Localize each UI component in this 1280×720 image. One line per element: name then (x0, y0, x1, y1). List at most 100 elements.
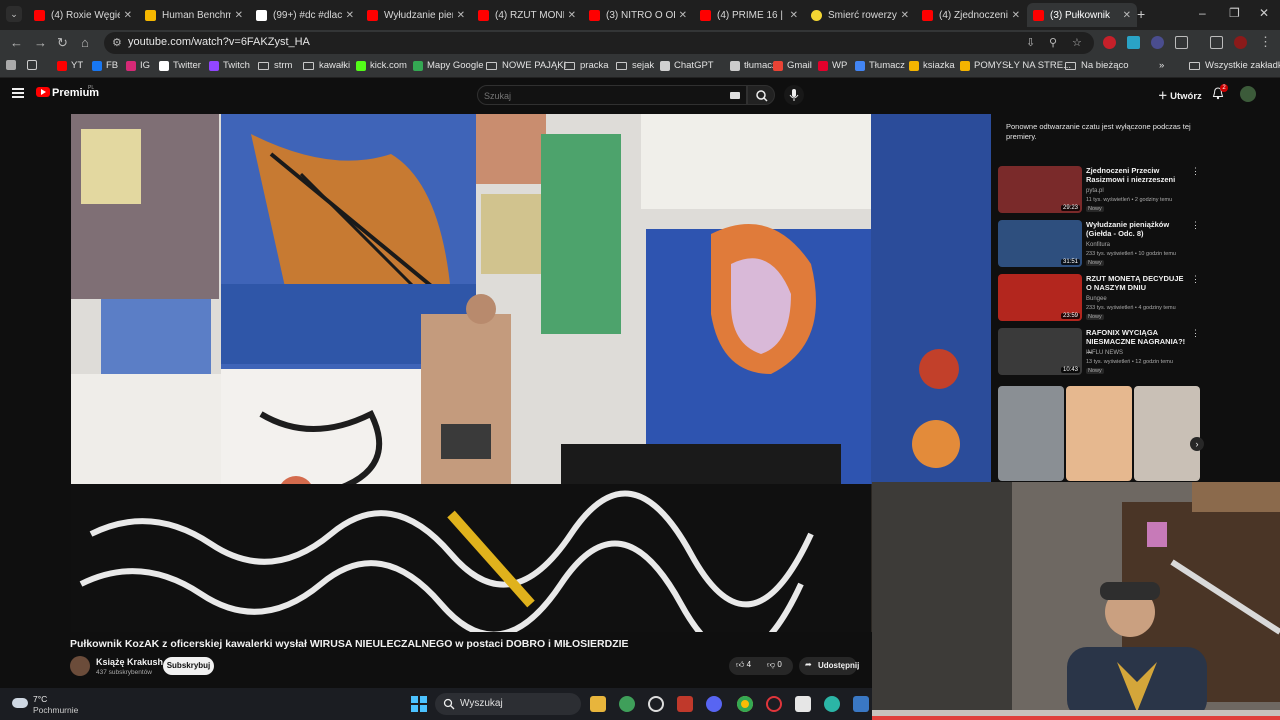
search-box[interactable] (477, 85, 747, 105)
close-window-button[interactable]: ✕ (1259, 6, 1269, 20)
browser-tab[interactable]: (99+) #dc #dlaciebie ✕ (250, 3, 360, 27)
close-tab-icon[interactable]: ✕ (1012, 10, 1020, 21)
close-tab-icon[interactable]: ✕ (124, 10, 132, 21)
browser-tab[interactable]: Human Benchmark ✕ (139, 3, 249, 27)
close-tab-icon[interactable]: ✕ (790, 10, 798, 21)
bookmark-star-icon[interactable]: ☆ (1072, 36, 1082, 49)
close-tab-icon[interactable]: ✕ (457, 10, 465, 21)
more-options-icon[interactable]: ⋮ (1191, 274, 1200, 285)
bookmark-item[interactable]: FB (92, 60, 118, 71)
video-thumbnail[interactable]: 10:43 (998, 328, 1082, 375)
url-text[interactable]: youtube.com/watch?v=6FAKZyst_HA (128, 36, 310, 48)
extension-icon[interactable] (1127, 36, 1140, 49)
bookmark-item[interactable]: Tłumacz (855, 60, 905, 71)
home-button[interactable]: ⌂ (81, 35, 89, 50)
bookmark-item[interactable]: tłumacz (730, 60, 777, 71)
record-extension-icon[interactable] (1103, 36, 1116, 49)
shield-app-icon[interactable] (619, 696, 635, 712)
like-button[interactable]: 👍︎ 4 (736, 660, 751, 670)
browser-tab[interactable]: Wyłudzanie pieniędzy ✕ (361, 3, 471, 27)
bookmark-item[interactable]: pracka (564, 60, 609, 71)
bookmark-item[interactable]: IG (126, 60, 150, 71)
install-app-icon[interactable]: ⇩ (1026, 36, 1035, 49)
maximize-button[interactable]: ❐ (1229, 6, 1240, 20)
bookmark-item[interactable]: Gmail (773, 60, 812, 71)
channel-avatar[interactable] (70, 656, 90, 676)
recommended-channel[interactable]: Konfitura (1086, 242, 1110, 248)
obs-app-icon[interactable] (795, 696, 811, 712)
browser-tab[interactable]: (4) RZUT MONETĄ ✕ (472, 3, 582, 27)
file-explorer-icon[interactable] (590, 696, 606, 712)
tab-search-button[interactable]: ⌄ (6, 6, 22, 22)
close-tab-icon[interactable]: ✕ (235, 10, 243, 21)
profile-avatar[interactable] (1234, 36, 1247, 49)
weather-condition[interactable]: Pochmurnie (33, 705, 78, 715)
bookmark-item[interactable]: Mapy Google (413, 60, 484, 71)
forward-button[interactable]: → (34, 35, 47, 50)
recommended-video-title[interactable]: RZUT MONETĄ DECYDUJE O NASZYM DNIU (1086, 274, 1188, 292)
windows-start-icon[interactable] (411, 696, 427, 712)
all-bookmarks-folder[interactable]: Wszystkie zakładki (1189, 60, 1280, 71)
minimize-button[interactable]: – (1199, 6, 1206, 20)
calculator-icon[interactable] (853, 696, 869, 712)
close-tab-icon[interactable]: ✕ (901, 10, 909, 21)
search-button[interactable] (747, 85, 775, 105)
shorts-next-arrow-icon[interactable]: › (1190, 437, 1204, 451)
recommended-video[interactable]: 23:59 RZUT MONETĄ DECYDUJE O NASZYM DNIU B… (998, 274, 1200, 324)
recommended-video[interactable]: 31:51 Wyłudzanie pieniążków (Giełda - Odc… (998, 220, 1200, 270)
back-button[interactable]: ← (10, 35, 23, 50)
bookmark-item[interactable]: sejak (616, 60, 654, 71)
more-options-icon[interactable]: ⋮ (1191, 328, 1200, 339)
guide-menu-icon[interactable] (12, 88, 24, 98)
reading-list-icon[interactable] (1210, 36, 1223, 49)
video-player[interactable] (71, 114, 991, 632)
share-button[interactable]: ➦ Udostępnij (799, 657, 859, 675)
user-avatar[interactable] (1240, 86, 1256, 102)
youtube-logo-icon[interactable] (36, 87, 50, 97)
extensions-puzzle-icon[interactable] (1175, 36, 1188, 49)
photo-app-icon[interactable] (677, 696, 693, 712)
video-thumbnail[interactable]: 23:59 (998, 274, 1082, 321)
short-thumbnail[interactable] (1134, 386, 1200, 481)
close-tab-icon[interactable]: ✕ (1123, 10, 1131, 21)
create-button[interactable]: ＋ Utwórz (1158, 88, 1202, 102)
bookmark-item[interactable]: YT (57, 60, 83, 71)
apps-grid-icon[interactable] (27, 60, 41, 70)
recommended-channel[interactable]: INFLU NEWS (1086, 350, 1123, 356)
weather-temperature[interactable]: 7°C (33, 694, 47, 704)
browser-tab[interactable]: (3) Pułkownik ✕ (1027, 3, 1137, 27)
opera-icon[interactable] (766, 696, 782, 712)
more-bookmarks-chevron[interactable]: » (1159, 60, 1164, 71)
recommended-video[interactable]: 10:43 RAFONIX WYCIĄGA NIESMACZNE NAGRANIA… (998, 328, 1200, 378)
bookmark-item[interactable]: strm (258, 60, 292, 71)
close-tab-icon[interactable]: ✕ (346, 10, 354, 21)
bookmark-item[interactable]: ksiazka (909, 60, 955, 71)
discord-icon[interactable] (706, 696, 722, 712)
recommended-channel[interactable]: Bungee (1086, 296, 1107, 302)
taskbar-search-box[interactable]: Wyszukaj (435, 693, 581, 715)
chrome-icon[interactable] (737, 696, 753, 712)
zoom-icon[interactable]: ⚲ (1049, 36, 1057, 49)
more-options-icon[interactable]: ⋮ (1191, 166, 1200, 177)
reload-button[interactable]: ↻ (57, 35, 68, 51)
browser-tab[interactable]: (4) PRIME 16 | KOZAK ✕ (694, 3, 804, 27)
close-tab-icon[interactable]: ✕ (568, 10, 576, 21)
bookmark-item[interactable]: POMYSŁY NA STRE... (960, 60, 1071, 71)
dislike-button[interactable]: 👎︎ 0 (767, 660, 782, 670)
browser-tab[interactable]: (3) NITRO O ODEJŚCIU ✕ (583, 3, 693, 27)
browser-menu-icon[interactable]: ⋮ (1259, 34, 1272, 50)
browser-tab[interactable]: Śmierć rowerzysty ✕ (805, 3, 915, 27)
more-options-icon[interactable]: ⋮ (1191, 220, 1200, 231)
short-thumbnail[interactable] (998, 386, 1064, 481)
recommended-video-title[interactable]: Wyłudzanie pieniążków (Giełda - Odc. 8) (1086, 220, 1188, 238)
app-icon[interactable] (824, 696, 840, 712)
recommended-channel[interactable]: pyta.pl (1086, 188, 1104, 194)
bookmark-item[interactable]: WP (818, 60, 847, 71)
channel-name[interactable]: Książę Krakush (96, 657, 163, 667)
browser-tab[interactable]: (4) Zjednoczeni Przeciw ✕ (916, 3, 1026, 27)
address-bar[interactable]: ⚙ youtube.com/watch?v=6FAKZyst_HA ⇩ ⚲ ☆ (104, 32, 1094, 54)
close-tab-icon[interactable]: ✕ (679, 10, 687, 21)
short-thumbnail[interactable] (1066, 386, 1132, 481)
search-input[interactable] (484, 88, 724, 103)
bookmark-item[interactable]: NOWE PAJĄKI (486, 60, 566, 71)
